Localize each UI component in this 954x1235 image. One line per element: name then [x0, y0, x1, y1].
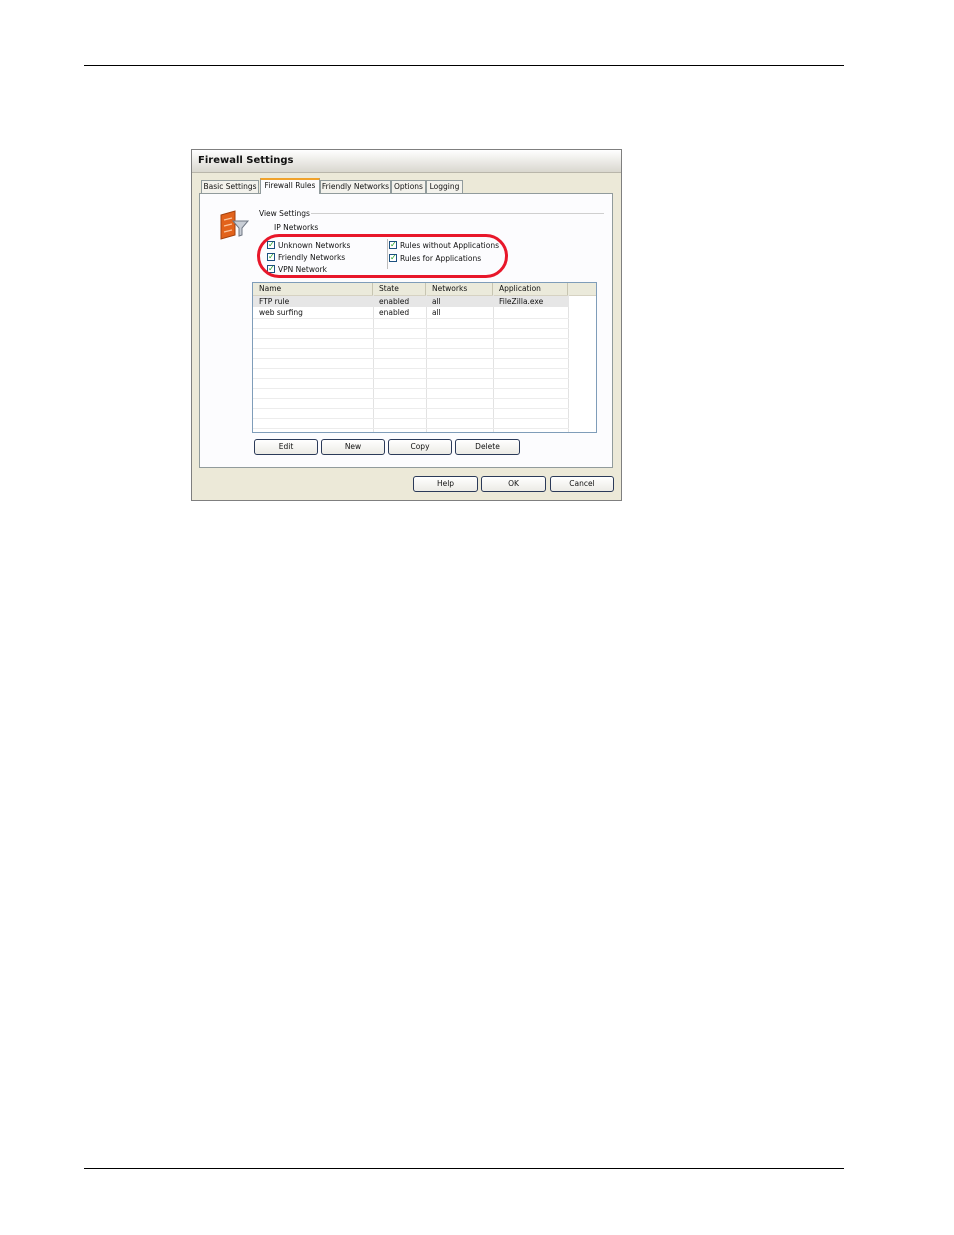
rules-list[interactable]: Name State Networks Application FTP rule…: [252, 282, 597, 433]
grid-line: [253, 368, 569, 369]
grid-line: [253, 408, 569, 409]
grid-line: [253, 388, 569, 389]
delete-button[interactable]: Delete: [455, 439, 520, 455]
dialog-titlebar[interactable]: Firewall Settings: [192, 150, 621, 173]
ok-button[interactable]: OK: [481, 476, 546, 492]
rule-state-cell: enabled: [379, 308, 410, 317]
cancel-button[interactable]: Cancel: [550, 476, 614, 492]
column-header-name[interactable]: Name: [253, 283, 373, 295]
rule-networks-cell: all: [432, 308, 441, 317]
firewall-rules-panel: View Settings IP Networks ✓ Unknown Netw…: [199, 193, 613, 468]
grid-line: [253, 318, 569, 319]
tab-logging[interactable]: Logging: [426, 180, 463, 193]
rule-name-cell: web surfing: [259, 308, 303, 317]
column-header-networks[interactable]: Networks: [426, 283, 493, 295]
table-row[interactable]: web surfing enabled all: [253, 307, 569, 318]
view-settings-label: View Settings: [259, 209, 310, 218]
grid-line: [253, 348, 569, 349]
highlight-annotation: [257, 234, 508, 278]
rule-name-cell: FTP rule: [259, 297, 290, 306]
table-row[interactable]: FTP rule enabled all FileZilla.exe: [253, 296, 569, 307]
new-button[interactable]: New: [321, 439, 385, 455]
ip-networks-label: IP Networks: [274, 223, 319, 232]
column-header-application[interactable]: Application: [493, 283, 568, 295]
grid-line: [253, 328, 569, 329]
help-button[interactable]: Help: [413, 476, 478, 492]
grid-line: [253, 428, 569, 429]
firewall-settings-dialog: Firewall Settings Basic Settings Firewal…: [191, 149, 622, 501]
grid-line: [253, 398, 569, 399]
rule-application-cell: FileZilla.exe: [499, 297, 544, 306]
column-header-state[interactable]: State: [373, 283, 426, 295]
dialog-title: Firewall Settings: [198, 155, 294, 166]
rule-networks-cell: all: [432, 297, 441, 306]
rules-list-header: Name State Networks Application: [253, 283, 596, 296]
tab-basic-settings[interactable]: Basic Settings: [201, 180, 259, 193]
grid-line: [253, 338, 569, 339]
page-bottom-rule: [84, 1168, 844, 1169]
rule-state-cell: enabled: [379, 297, 410, 306]
tab-firewall-rules[interactable]: Firewall Rules: [260, 178, 320, 194]
grid-line: [253, 358, 569, 359]
edit-button[interactable]: Edit: [254, 439, 318, 455]
tab-options[interactable]: Options: [391, 180, 426, 193]
firewall-filter-icon: [218, 209, 250, 241]
grid-line: [253, 378, 569, 379]
copy-button[interactable]: Copy: [388, 439, 452, 455]
page-top-rule: [84, 65, 844, 66]
view-settings-divider: [311, 213, 604, 214]
grid-line: [253, 418, 569, 419]
tab-friendly-networks[interactable]: Friendly Networks: [320, 180, 391, 193]
